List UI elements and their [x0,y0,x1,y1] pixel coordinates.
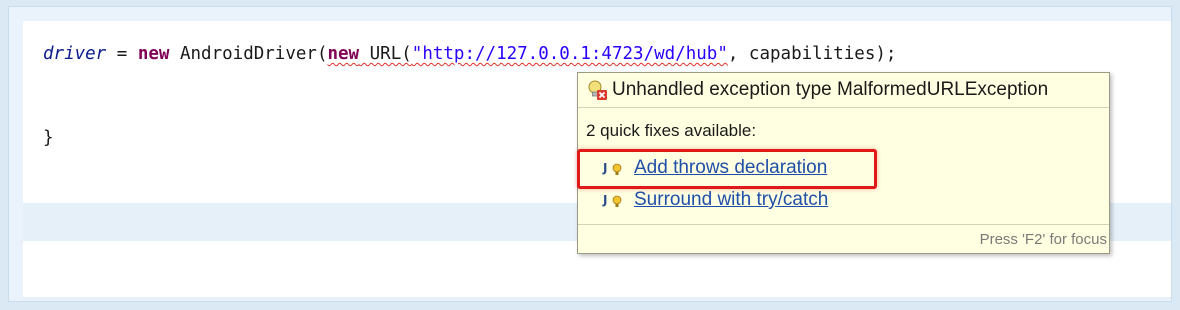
code-class-call: AndroidDriver( [169,44,328,64]
code-keyword-new-error: new [327,44,360,64]
hover-title: Unhandled exception type MalformedURLExc… [612,79,1049,100]
svg-text:J: J [602,193,607,207]
error-squiggle-region[interactable]: new URL("http://127.0.0.1:4723/wd/hub" [327,44,727,64]
code-string-url: "http://127.0.0.1:4723/wd/hub" [411,44,728,64]
error-lightbulb-icon [586,79,608,101]
hover-header: Unhandled exception type MalformedURLExc… [578,73,1109,108]
code-line-1[interactable]: driver = new AndroidDriver(new URL("http… [43,43,896,65]
focus-hint: Press 'F2' for focus [979,231,1107,248]
annotation-highlight-box [577,149,877,189]
hover-footer: Press 'F2' for focus [578,224,1109,253]
editor-bottom-band [23,297,1171,299]
quick-fixes-count: 2 quick fixes available: [586,121,757,140]
code-assign: = [106,44,138,64]
code-line-2[interactable]: } [43,127,54,149]
code-url-call: URL( [359,44,412,64]
code-variable: driver [43,44,107,64]
code-args-rest: , capabilities); [727,44,897,64]
java-quickfix-icon: J [602,191,626,213]
surround-try-catch-link[interactable]: Surround with try/catch [634,189,828,211]
code-keyword-new: new [137,44,170,64]
